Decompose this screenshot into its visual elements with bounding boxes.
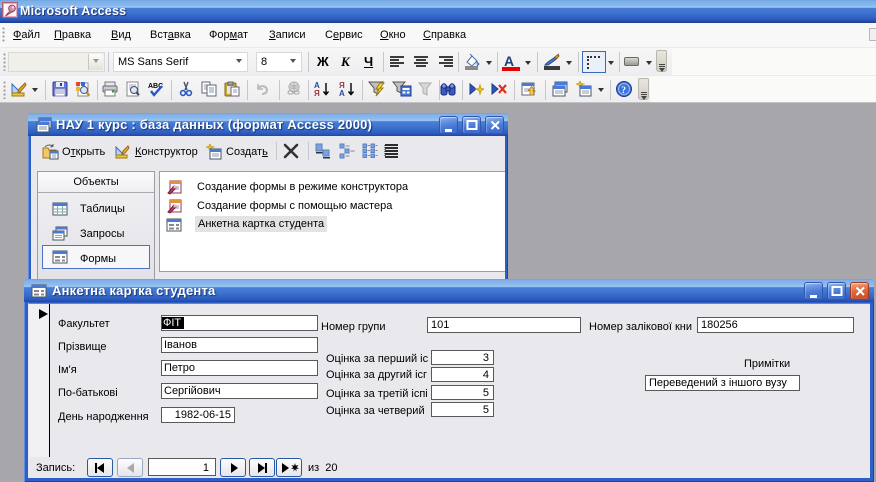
svg-text:А: А bbox=[339, 89, 345, 97]
svg-text:Я: Я bbox=[314, 89, 320, 97]
svg-text:?: ? bbox=[621, 86, 626, 96]
